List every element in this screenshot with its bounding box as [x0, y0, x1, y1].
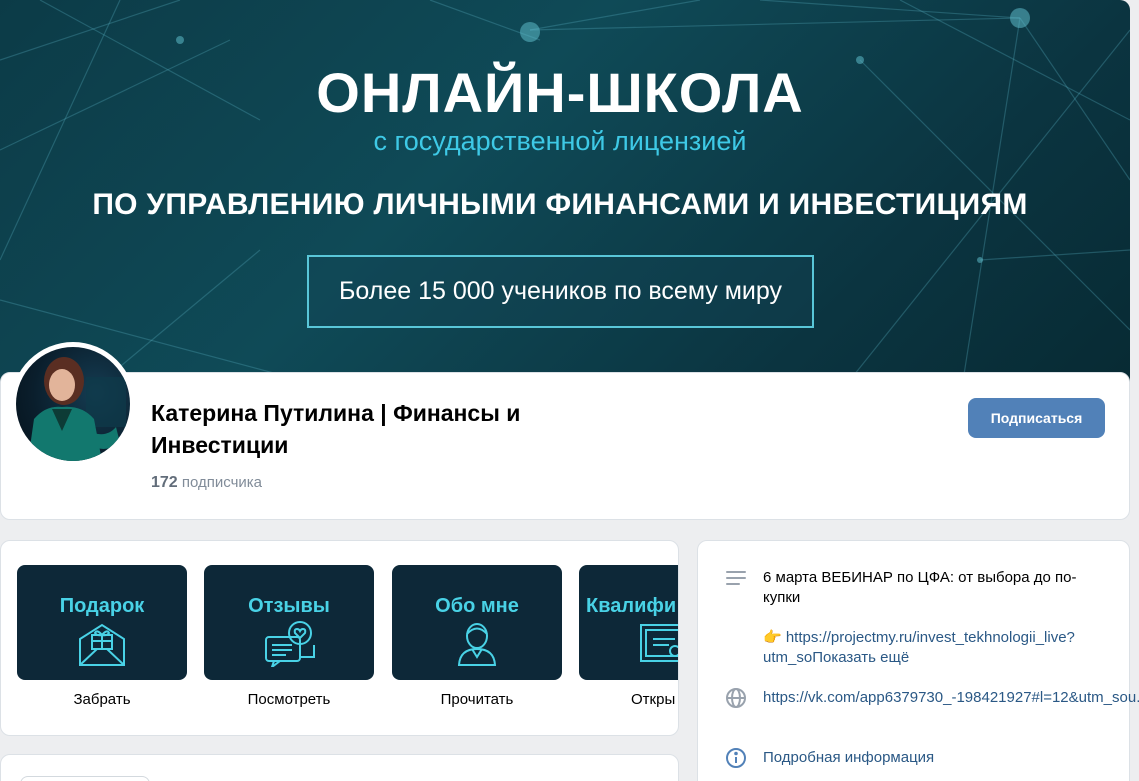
group-description: 6 марта ВЕБИНАР по ЦФА: от выбора до по-…	[763, 569, 1077, 606]
cover-subtitle: с государственной лицензией	[373, 126, 747, 156]
avatar[interactable]	[11, 342, 135, 466]
tile-title: Подарок	[59, 595, 145, 617]
description-link[interactable]: 👉 https://projectmy.ru/invest_tekhnologi…	[763, 629, 1075, 666]
text-lines-icon	[726, 571, 746, 585]
details-link[interactable]: Подробная информация	[763, 748, 1108, 768]
followers-number: 172	[151, 474, 178, 491]
link-tile-reviews[interactable]: Отзывы	[204, 565, 374, 680]
tile-caption[interactable]: Забрать	[17, 691, 187, 708]
avatar-photo	[16, 347, 130, 461]
lower-card-tab[interactable]	[20, 776, 150, 781]
cover-title: ОНЛАЙН-ШКОЛА	[316, 61, 804, 124]
link-tile-gift[interactable]: Подарок	[17, 565, 187, 680]
info-icon	[726, 748, 746, 768]
tile-title: Квалифи	[586, 595, 677, 617]
certificate-icon	[640, 624, 678, 662]
gift-envelope-icon	[79, 623, 125, 666]
tile-title: Обо мне	[435, 595, 519, 617]
tile-caption[interactable]: Прочитать	[392, 691, 562, 708]
website-link[interactable]: https://vk.com/app6379730_-198421927#l=1…	[763, 688, 1139, 708]
cover-students-box: Более 15 000 учеников по всему миру	[307, 255, 814, 328]
show-more-link[interactable]: Показать ещё	[812, 649, 909, 666]
tile-title: Отзывы	[248, 595, 330, 617]
group-name: Катерина Путилина | Финансы и Инвестиции	[151, 400, 521, 458]
cover-banner: ОНЛАЙН-ШКОЛА с государственной лицензией…	[0, 0, 1130, 400]
subscribe-button[interactable]: Подписаться	[968, 398, 1105, 438]
link-tile-about[interactable]: Обо мне	[392, 565, 562, 680]
links-card: Подарок Забрать Отзывы Посмотреть Обо мн…	[0, 540, 679, 736]
followers-label: подписчика	[177, 474, 263, 491]
person-icon	[457, 623, 497, 666]
globe-icon	[726, 688, 746, 708]
cover-headline: ПО УПРАВЛЕНИЮ ЛИЧНЫМИ ФИНАНСАМИ И ИНВЕСТ…	[92, 188, 1028, 221]
tile-caption[interactable]: Откры	[579, 691, 678, 708]
followers-count[interactable]: 172 подписчика	[151, 474, 262, 492]
chat-heart-icon	[265, 621, 315, 667]
description-link-block: 👉 https://projectmy.ru/invest_tekhnologi…	[763, 628, 1108, 668]
tile-caption[interactable]: Посмотреть	[204, 691, 374, 708]
link-tile-qualification[interactable]: Квалифи	[579, 565, 678, 680]
